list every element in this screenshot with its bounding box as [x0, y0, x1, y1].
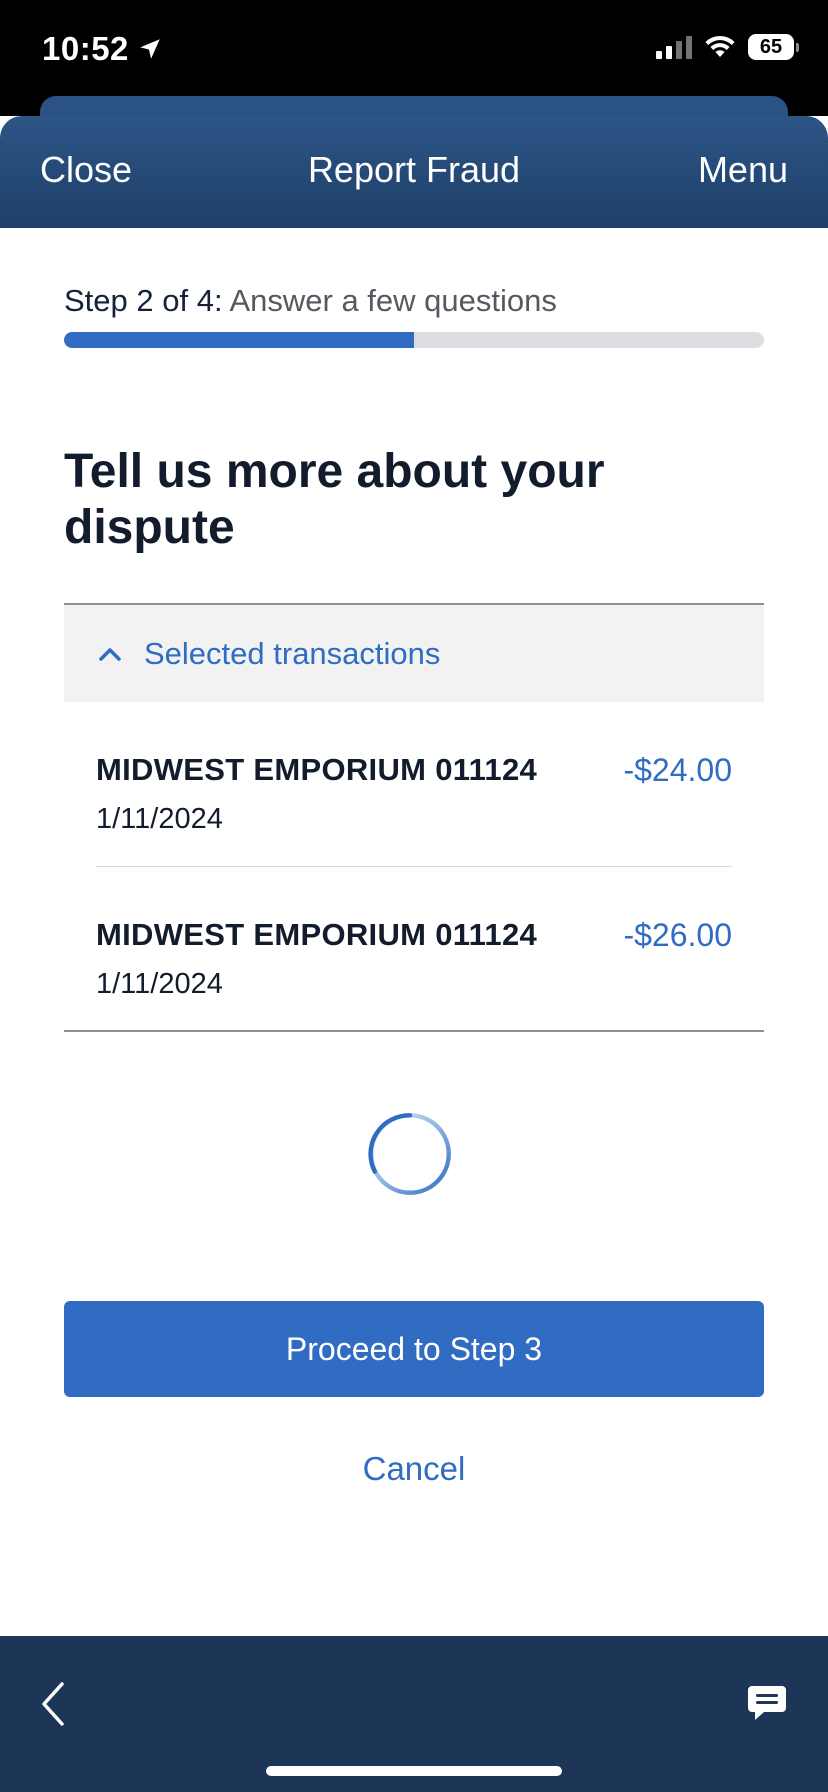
transaction-date: 1/11/2024 [96, 803, 223, 835]
page-heading: Tell us more about your dispute [64, 445, 605, 554]
wifi-icon [705, 35, 735, 57]
step-indicator: Step 2 of 4: Answer a few questions [64, 281, 557, 321]
transaction-amount: -$26.00 [623, 917, 732, 953]
step-progress-bar [64, 332, 764, 348]
step-number: Step 2 of 4: [64, 283, 223, 318]
transaction-row: MIDWEST EMPORIUM 011124 -$26.00 1/11/202… [96, 866, 732, 1030]
selected-transactions-label: Selected transactions [144, 635, 441, 671]
step-description: Answer a few questions [229, 283, 557, 318]
cancel-link[interactable]: Cancel [0, 1450, 828, 1488]
cellular-signal-icon [656, 35, 692, 59]
location-arrow-icon [140, 39, 160, 59]
back-chevron-icon[interactable] [36, 1676, 72, 1732]
transaction-row: MIDWEST EMPORIUM 011124 -$24.00 1/11/202… [96, 702, 732, 866]
transaction-list: MIDWEST EMPORIUM 011124 -$24.00 1/11/202… [64, 702, 764, 1030]
transaction-merchant: MIDWEST EMPORIUM 011124 [96, 752, 538, 787]
report-fraud-screen: 10:52 65 Close Report Fraud Menu Step 2 … [0, 0, 828, 1792]
loading-spinner-icon [368, 1113, 451, 1195]
transaction-date: 1/11/2024 [96, 968, 223, 1000]
status-time-group: 10:52 [42, 30, 163, 68]
transaction-amount: -$24.00 [623, 752, 732, 788]
selected-transactions-accordion: Selected transactions MIDWEST EMPORIUM 0… [64, 603, 764, 1032]
chevron-up-icon [90, 647, 130, 661]
selected-transactions-toggle[interactable]: Selected transactions [64, 605, 764, 702]
chat-icon[interactable] [746, 1682, 788, 1724]
status-time: 10:52 [42, 30, 129, 67]
nav-header: Close Report Fraud Menu [0, 116, 828, 228]
battery-level: 65 [759, 35, 783, 58]
home-indicator[interactable] [266, 1766, 562, 1776]
proceed-to-step-3-button[interactable]: Proceed to Step 3 [64, 1301, 764, 1397]
menu-button[interactable]: Menu [698, 150, 788, 190]
status-indicators: 65 [656, 34, 799, 60]
battery-icon: 65 [748, 34, 799, 60]
transaction-merchant: MIDWEST EMPORIUM 011124 [96, 917, 538, 952]
step-progress-fill [64, 332, 414, 348]
